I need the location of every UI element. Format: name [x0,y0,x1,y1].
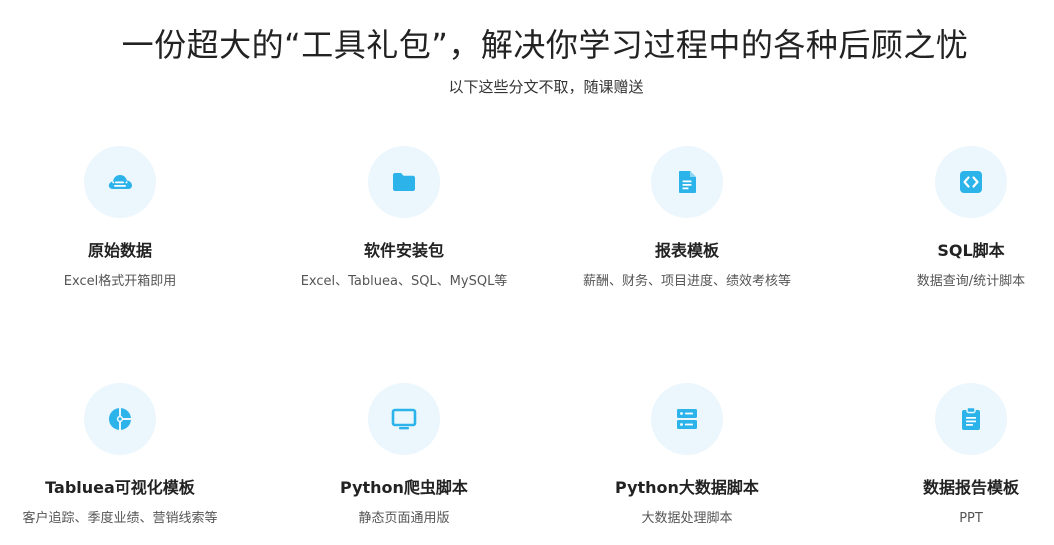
feature-card-sql-scripts: SQL脚本 数据查询/统计脚本 [841,146,1054,306]
icon-circle [935,383,1007,455]
card-description: 薪酬、财务、项目进度、绩效考核等 [582,274,791,289]
card-description: 静态页面通用版 [358,511,450,526]
icon-circle [935,146,1007,218]
feature-card-raw-data: 原始数据 Excel格式开箱即用 [0,146,250,306]
card-description: PPT [959,511,983,526]
feature-card-software: 软件安装包 Excel、Tabluea、SQL、MySQL等 [274,146,534,306]
pie-chart-icon [109,408,131,430]
feature-card-report-ppt: 数据报告模板 PPT [841,383,1054,543]
card-description: 数据查询/统计脚本 [916,274,1026,289]
card-title: SQL脚本 [937,241,1005,260]
server-icon [677,409,697,429]
card-title: 数据报告模板 [922,478,1019,497]
feature-card-report-templates: 报表模板 薪酬、财务、项目进度、绩效考核等 [557,146,817,306]
document-icon [679,171,696,193]
icon-circle [651,383,723,455]
feature-card-python-bigdata: Python大数据脚本 大数据处理脚本 [557,383,817,543]
icon-circle [368,146,440,218]
icon-circle [651,146,723,218]
page-title: 一份超大的“工具礼包”，解决你学习过程中的各种后顾之忧 [121,26,969,64]
cloud-icon [108,175,132,189]
card-title: Python爬虫脚本 [340,478,468,497]
feature-card-tableau-templates: Tabluea可视化模板 客户追踪、季度业绩、营销线索等 [0,383,250,543]
icon-circle [84,146,156,218]
monitor-icon [391,408,417,430]
code-icon [960,171,982,193]
clipboard-icon [962,406,980,430]
folder-icon [393,173,415,191]
card-description: 大数据处理脚本 [641,511,733,526]
card-title: Python大数据脚本 [615,478,759,497]
page-subtitle: 以下这些分文不取，随课赠送 [448,78,644,96]
card-description: 客户追踪、季度业绩、营销线索等 [22,511,218,526]
icon-circle [368,383,440,455]
card-description: Excel格式开箱即用 [63,274,177,289]
feature-card-python-crawler: Python爬虫脚本 静态页面通用版 [274,383,534,543]
card-title: 报表模板 [654,241,719,260]
card-title: 软件安装包 [363,241,444,260]
card-description: Excel、Tabluea、SQL、MySQL等 [300,274,508,289]
card-title: Tabluea可视化模板 [45,478,195,497]
icon-circle [84,383,156,455]
card-title: 原始数据 [87,241,152,260]
